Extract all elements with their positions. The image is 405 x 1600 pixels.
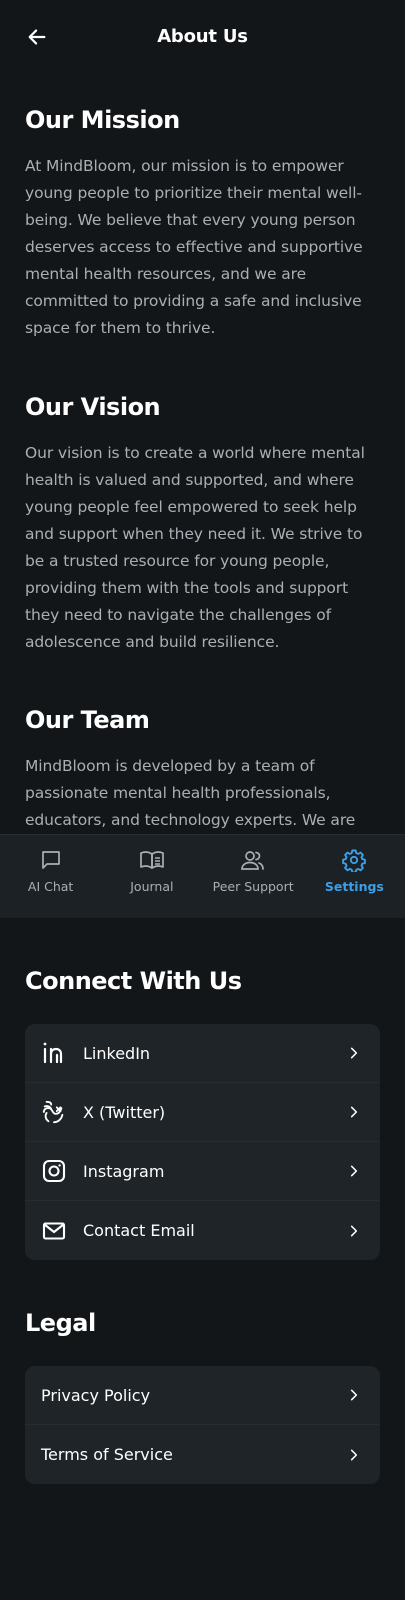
twitter-x-icon <box>41 1099 67 1125</box>
row-label: X (Twitter) <box>83 1102 166 1122</box>
row-label: Terms of Service <box>41 1445 173 1464</box>
row-label: LinkedIn <box>83 1043 151 1063</box>
nav-item-ai-chat[interactable]: AI Chat <box>0 835 101 918</box>
chevron-right-icon <box>344 1043 364 1063</box>
vision-title: Our Vision <box>25 393 161 421</box>
nav-label: Journal <box>130 879 174 894</box>
legal-card: Privacy Policy Terms of Service <box>25 1366 380 1484</box>
people-icon <box>240 847 266 873</box>
mission-title: Our Mission <box>25 106 180 134</box>
connect-linkedin[interactable]: LinkedIn <box>25 1024 380 1083</box>
chevron-right-icon <box>344 1445 364 1465</box>
legal-terms-of-service[interactable]: Terms of Service <box>25 1425 380 1484</box>
vision-text: Our vision is to create a world where me… <box>25 444 365 651</box>
nav-label: Peer Support <box>212 879 294 894</box>
legal-privacy-policy[interactable]: Privacy Policy <box>25 1366 380 1425</box>
row-label: Instagram <box>83 1161 165 1181</box>
page-title: About Us <box>157 26 248 47</box>
bottom-nav: AI Chat Journal Peer Support Settings <box>0 834 405 918</box>
chevron-right-icon <box>344 1385 364 1405</box>
linkedin-icon <box>41 1040 67 1066</box>
instagram-icon <box>41 1158 67 1184</box>
row-label: Privacy Policy <box>41 1385 151 1405</box>
row-label: Contact Email <box>83 1221 195 1240</box>
legal-title: Legal <box>25 1309 96 1337</box>
nav-label: Settings <box>324 879 384 894</box>
nav-label: AI Chat <box>27 879 74 894</box>
mission-text: At MindBloom, our mission is to empower … <box>25 157 363 337</box>
chat-bubble-icon <box>38 847 64 873</box>
connect-card: LinkedIn X (Twitter) Instagram Contact E… <box>25 1024 380 1260</box>
gear-icon <box>341 847 367 873</box>
team-text: MindBloom is developed by a team of pass… <box>25 757 356 829</box>
connect-title: Connect With Us <box>25 967 242 995</box>
nav-item-peer-support[interactable]: Peer Support <box>203 835 304 918</box>
connect-instagram[interactable]: Instagram <box>25 1142 380 1201</box>
chevron-right-icon <box>344 1161 364 1181</box>
team-title: Our Team <box>25 706 150 734</box>
book-icon <box>139 847 165 873</box>
connect-twitter[interactable]: X (Twitter) <box>25 1083 380 1142</box>
mail-icon <box>41 1218 67 1244</box>
nav-item-settings[interactable]: Settings <box>304 835 405 918</box>
nav-item-journal[interactable]: Journal <box>101 835 202 918</box>
connect-email[interactable]: Contact Email <box>25 1201 380 1260</box>
app-header: About Us <box>0 0 405 76</box>
chevron-right-icon <box>344 1221 364 1241</box>
chevron-right-icon <box>344 1102 364 1122</box>
